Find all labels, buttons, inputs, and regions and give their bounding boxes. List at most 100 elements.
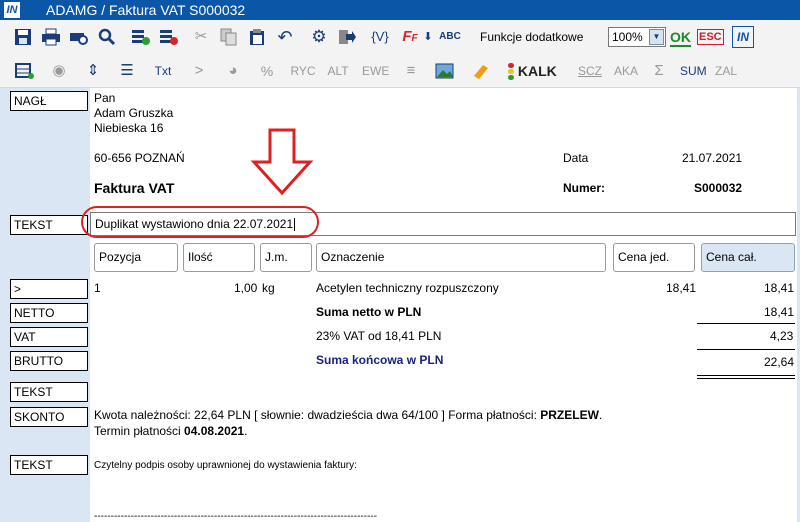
align-rows-icon[interactable]: ☰	[116, 61, 138, 81]
col-header-total-price[interactable]: Cena cał.	[701, 243, 795, 272]
row-name: Acetylen techniczny rozpuszczony	[316, 281, 499, 295]
chevron-down-icon[interactable]: ▼	[649, 29, 664, 45]
col-header-unit[interactable]: J.m.	[260, 243, 312, 272]
image-icon[interactable]	[434, 61, 456, 81]
recipient-salutation: Pan	[94, 91, 116, 105]
col-header-unit-price[interactable]: Cena jed.	[613, 243, 695, 272]
row-total-price: 18,41	[764, 281, 795, 295]
payment-due-line: Termin płatności 04.08.2021.	[94, 424, 247, 439]
alt-button[interactable]: ALT	[326, 61, 350, 81]
zoom-select[interactable]: 100% ▼	[608, 27, 666, 47]
vat-label: 23% VAT od 18,41 PLN	[316, 329, 442, 343]
down-small-icon[interactable]: ⬇	[422, 27, 434, 47]
paste-icon[interactable]	[246, 27, 268, 47]
number-label: Numer:	[563, 181, 606, 195]
delete-row-icon[interactable]	[158, 27, 180, 47]
ryc-button[interactable]: RYC	[290, 61, 316, 81]
txt-button[interactable]: Txt	[150, 61, 176, 81]
kalk-button[interactable]: KALK	[508, 61, 557, 81]
zoom-value: 100%	[612, 30, 643, 44]
help-logo-button[interactable]: IN	[732, 26, 754, 48]
payment-amount-line: Kwota należności: 22,64 PLN [ słownie: d…	[94, 408, 602, 423]
row-label-skonto[interactable]: SKONTO	[10, 407, 88, 427]
payment-amount-text: Kwota należności: 22,64 PLN [ słownie: d…	[94, 408, 541, 422]
ewe-button[interactable]: EWE	[362, 61, 389, 81]
title-bar: IN ADAMG / Faktura VAT S000032	[0, 0, 800, 20]
row-label-brutto[interactable]: BRUTTO	[10, 351, 88, 371]
recipient-city: 60-656 POZNAŃ	[94, 151, 185, 165]
row-label-position[interactable]: >	[10, 279, 88, 299]
greater-button[interactable]: >	[188, 61, 210, 81]
export-icon[interactable]	[336, 27, 358, 47]
payment-due-date: 04.08.2021	[184, 424, 245, 438]
hide-icon[interactable]: ◉	[48, 61, 70, 81]
row-label-tekst[interactable]: TEKST	[10, 455, 88, 475]
date-label: Data	[563, 151, 589, 165]
ok-button[interactable]: OK	[670, 27, 691, 47]
signature-line: ----------------------------------------…	[94, 511, 378, 522]
double-underline	[697, 378, 795, 379]
sum-button[interactable]: SUM	[680, 61, 707, 81]
table-grid-icon[interactable]	[14, 61, 36, 81]
netto-value: 18,41	[764, 305, 795, 319]
format-toolbar: ◉ ⇕ ☰ Txt > ◕ % RYC ALT EWE ≡ KALK SCZ A…	[0, 54, 800, 88]
row-label-tekst[interactable]: TEKST	[10, 382, 88, 402]
col-header-position[interactable]: Pozycja	[94, 243, 178, 272]
cut-icon[interactable]: ✂	[190, 27, 212, 47]
sigma-icon[interactable]: Σ	[648, 61, 670, 81]
down-arrow-icon	[250, 128, 314, 196]
number-value: S000032	[694, 181, 743, 195]
app-logo-icon[interactable]: IN	[4, 2, 20, 18]
netto-label: Suma netto w PLN	[316, 305, 422, 319]
signature-text: Czytelny podpis osoby uprawnionej do wys…	[94, 460, 357, 471]
recipient-name: Adam Gruszka	[94, 106, 174, 120]
vat-value: 4,23	[770, 329, 794, 343]
print-preview-icon[interactable]	[68, 27, 90, 47]
payment-due-end: .	[244, 424, 248, 438]
undo-icon[interactable]: ↶	[274, 27, 296, 47]
payment-method: PRZELEW	[540, 408, 599, 422]
traffic-light-icon	[508, 63, 514, 81]
document-title: Faktura VAT	[94, 180, 175, 196]
row-label-netto[interactable]: NETTO	[10, 303, 88, 323]
search-icon[interactable]	[96, 27, 118, 47]
save-icon[interactable]	[12, 27, 34, 47]
palette-icon[interactable]: ◕	[222, 61, 244, 81]
move-rows-icon[interactable]: ⇕	[82, 61, 104, 81]
col-header-quantity[interactable]: Ilość	[183, 243, 255, 272]
variables-icon[interactable]: {V}	[366, 27, 394, 47]
row-quantity: 1,00	[234, 281, 258, 295]
tag-icon[interactable]	[470, 61, 492, 81]
brutto-value: 22,64	[764, 355, 795, 369]
brutto-label: Suma końcowa w PLN	[316, 353, 444, 367]
zal-button[interactable]: ZAL	[714, 61, 738, 81]
col-header-name[interactable]: Oznaczenie	[316, 243, 606, 272]
esc-button[interactable]: ESC	[697, 29, 724, 45]
font-format-icon[interactable]: FF	[398, 27, 422, 47]
recipient-street: Niebieska 16	[94, 121, 164, 135]
extra-functions-button[interactable]: Funkcje dodatkowe	[480, 27, 583, 47]
settings-gear-icon[interactable]: ⚙	[308, 27, 330, 47]
divider	[697, 323, 795, 324]
double-underline	[697, 375, 795, 376]
main-toolbar: ✂ ↶ ⚙ {V} FF ⬇ ABC Funkcje dodatkowe 100…	[0, 20, 800, 54]
numbered-list-icon[interactable]: ≡	[400, 61, 422, 81]
window-title: ADAMG / Faktura VAT S000032	[46, 2, 246, 18]
row-position: 1	[94, 281, 101, 295]
copy-icon[interactable]	[218, 27, 240, 47]
date-value: 21.07.2021	[682, 151, 743, 165]
add-row-icon[interactable]	[130, 27, 152, 47]
row-label-vat[interactable]: VAT	[10, 327, 88, 347]
print-icon[interactable]	[40, 27, 62, 47]
aka-button[interactable]: AKA	[614, 61, 638, 81]
scz-button[interactable]: SCZ	[578, 61, 602, 81]
percent-button[interactable]: %	[256, 61, 278, 81]
row-unit: kg	[262, 281, 275, 295]
row-unit-price: 18,41	[666, 281, 697, 295]
payment-due-text: Termin płatności	[94, 424, 185, 438]
spellcheck-icon[interactable]: ABC	[438, 27, 462, 47]
row-label-nagl[interactable]: NAGŁ	[10, 91, 88, 111]
row-label-tekst[interactable]: TEKST	[10, 215, 88, 235]
divider	[697, 349, 795, 350]
payment-line-end: .	[598, 408, 603, 422]
